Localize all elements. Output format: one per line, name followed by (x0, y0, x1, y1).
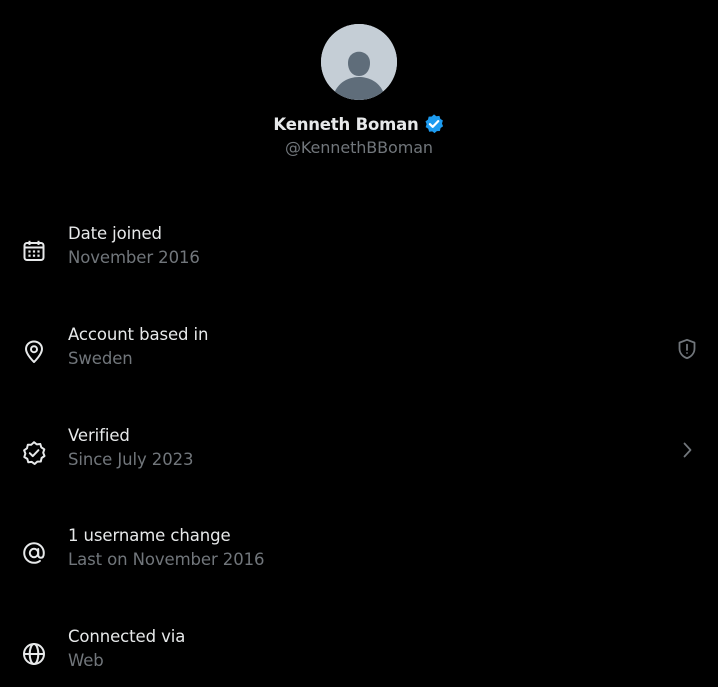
about-item-title: Connected via (68, 627, 186, 646)
at-sign-icon (21, 540, 47, 566)
verified-check-icon (21, 440, 47, 466)
about-item-title: Account based in (68, 325, 209, 344)
globe-icon (21, 641, 47, 667)
about-item-date-joined: Date joined November 2016 (0, 224, 718, 284)
about-item-title: 1 username change (68, 526, 231, 545)
about-item-value: Sweden (68, 349, 133, 368)
about-item-verified[interactable]: Verified Since July 2023 (0, 426, 718, 486)
location-pin-icon (21, 339, 47, 365)
about-item-title: Date joined (68, 224, 162, 243)
avatar[interactable] (321, 24, 397, 100)
verified-badge-icon (423, 113, 445, 135)
default-avatar-icon (321, 24, 397, 100)
about-item-value: Last on November 2016 (68, 550, 265, 569)
profile-header: Kenneth Boman @KennethBBoman (0, 0, 718, 170)
about-item-value: November 2016 (68, 248, 200, 267)
about-item-title: Verified (68, 426, 130, 445)
username-handle: @KennethBBoman (285, 138, 433, 157)
about-item-connected-via: Connected via Web (0, 627, 718, 687)
chevron-right-icon[interactable] (675, 438, 699, 462)
name-row: Kenneth Boman (0, 112, 718, 136)
calendar-icon (21, 238, 47, 264)
display-name: Kenneth Boman (273, 114, 419, 134)
shield-alert-icon[interactable] (675, 337, 699, 361)
about-item-value: Since July 2023 (68, 450, 194, 469)
about-item-account-based-in: Account based in Sweden (0, 325, 718, 385)
about-item-username-changes: 1 username change Last on November 2016 (0, 526, 718, 586)
about-item-value: Web (68, 651, 104, 670)
